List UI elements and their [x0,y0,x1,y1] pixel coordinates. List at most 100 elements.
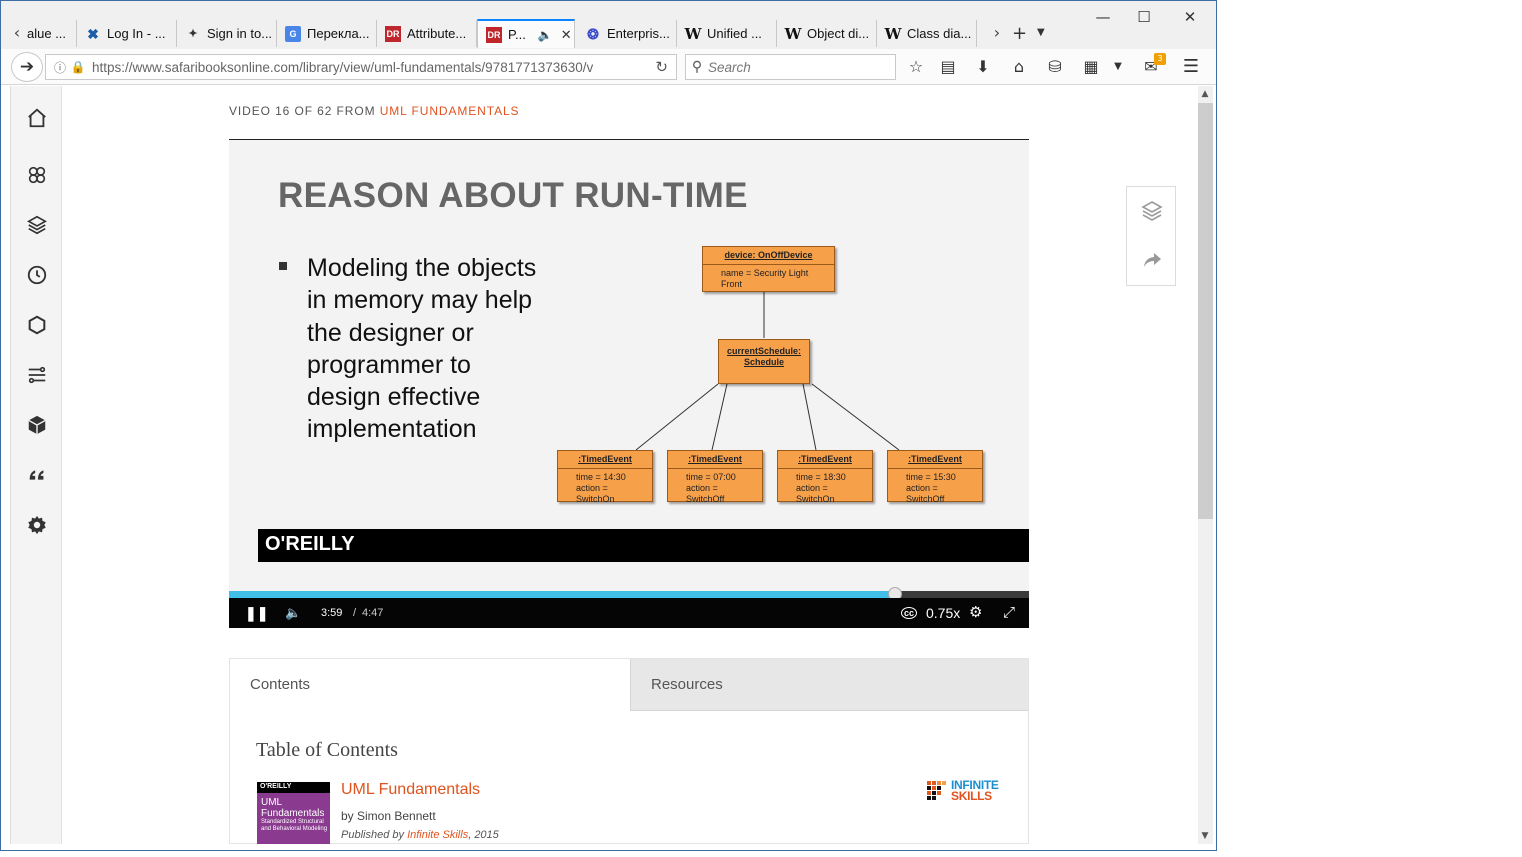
book-publisher-line: Published by Infinite Skills, 2015 [341,829,499,841]
navigation-toolbar: ➔ ⓘ 🔒 https://www.safaribooksonline.com/… [1,49,1216,85]
video-progress-bar[interactable] [229,587,1029,601]
scrollbar-thumb[interactable] [1197,103,1213,519]
paths-nav-icon[interactable] [11,360,63,390]
book-author: by Simon Bennett [341,809,436,823]
search-icon: ⚲ [691,59,703,75]
cover-subtitle: Standardized Structural and Behavioral M… [261,819,328,832]
tab-label: alue ... [27,26,67,41]
tab-3[interactable]: G Перекла... [277,20,377,47]
uml-object-name: :TimedEvent [558,451,652,469]
tab-2[interactable]: ✦ Sign in to... [177,20,277,47]
slide-footer: O'REILLY [258,529,1029,562]
cube-nav-icon[interactable] [11,410,63,440]
browser-window: — ☐ ✕ ‹ › + ▼ alue ... ✖ Log In - ... ✦ … [0,0,1217,851]
extension-icon[interactable]: ▦ [1078,54,1104,80]
search-box[interactable]: ⚲ Search [685,54,896,80]
video-progress-fill [229,591,896,598]
reload-icon[interactable]: ↻ [655,58,668,76]
scroll-up-icon[interactable]: ▲ [1197,86,1213,102]
tab-5-active[interactable]: DR P... 🔈 ✕ [477,19,575,48]
volume-icon[interactable]: 🔈 [285,598,301,628]
captions-icon[interactable]: cc [901,598,918,628]
uml-object-event: :TimedEvent time = 07:00 action = SwitchO… [667,450,763,504]
minimize-button[interactable]: — [1089,7,1117,27]
settings-nav-icon[interactable] [11,510,63,540]
tab-4[interactable]: DR Attribute... [377,20,477,47]
share-icon[interactable] [1140,248,1164,272]
breadcrumb: VIDEO 16 OF 62 FROM UML FUNDAMENTALS [229,104,519,118]
speaker-icon[interactable]: 🔈 [538,28,553,42]
tab-label: Attribute... [407,26,467,41]
translate-icon: G [285,25,301,42]
uml-object-name: device: OnOffDevice [703,247,834,265]
uml-object-name: :TimedEvent [778,451,872,469]
history-nav-icon[interactable] [11,260,63,290]
event-action: action = SwitchOff [906,483,945,504]
back-button[interactable]: ➔ [11,52,43,82]
uml-object-device: device: OnOffDevice name = Security Ligh… [702,246,835,292]
uml-object-name: :TimedEvent [668,451,762,469]
current-time: 3:59 [321,607,343,619]
book-cover[interactable]: O'REILLY UML Fundamentals Standardized St… [257,782,330,844]
breadcrumb-text: VIDEO 16 OF 62 FROM [229,104,380,118]
x-icon: ✖ [87,25,99,42]
tool-icon: ✦ [188,27,198,40]
home-icon[interactable]: ⌂ [1006,54,1032,80]
event-time: time = 14:30 [576,472,626,482]
info-icon[interactable]: ⓘ [50,59,70,76]
quote-nav-icon[interactable] [11,460,63,490]
total-time: 4:47 [362,607,384,619]
url-text[interactable]: https://www.safaribooksonline.com/librar… [92,60,622,75]
topics-nav-icon[interactable] [11,160,63,190]
layers-icon[interactable] [1140,199,1164,223]
tab-1[interactable]: ✖ Log In - ... [77,20,177,47]
cover-title: UML Fundamentals [261,797,324,819]
tab-0[interactable]: alue ... [27,20,77,47]
book-title-link[interactable]: UML Fundamentals [341,781,480,799]
bookmark-star-icon[interactable]: ☆ [903,54,929,80]
tab-label: Class dia... [907,26,972,41]
event-action: action = SwitchOn [576,483,615,504]
address-bar[interactable]: ⓘ 🔒 https://www.safaribooksonline.com/li… [45,54,677,80]
close-tab-icon[interactable]: ✕ [561,27,572,43]
uml-object-event: :TimedEvent time = 15:30 action = SwitchO… [887,450,983,504]
video-controls: ❚❚ 🔈 3:59 / 4:47 cc 0.75x ⚙ ⤢ [229,598,1029,628]
wiki-icon: W [884,24,902,43]
uml-object-attr: name = Security Light Front [721,268,809,289]
notification-badge: 3 [1154,53,1166,65]
scroll-down-icon[interactable]: ▼ [1197,828,1213,844]
home-nav-icon[interactable] [11,103,63,133]
wiki-icon: W [684,24,702,43]
tab-8[interactable]: W Object di... [777,20,877,47]
fullscreen-icon[interactable]: ⤢ [1003,598,1015,628]
page-scrollbar[interactable]: ▲ ▼ [1197,86,1213,844]
uml-object-name: currentSchedule: Schedule [726,346,802,367]
cover-title-line2: Fundamentals [261,808,325,819]
tab-resources[interactable]: Resources [630,659,1028,711]
video-player[interactable]: REASON ABOUT RUN-TIME Modeling the objec… [229,140,1029,628]
breadcrumb-course-link[interactable]: UML FUNDAMENTALS [380,104,520,118]
lock-icon: 🔒 [70,60,86,74]
pause-button[interactable]: ❚❚ [245,598,268,628]
tab-9[interactable]: W Class dia... [877,20,977,47]
settings-icon[interactable]: ⚙ [969,598,982,628]
reading-list-icon[interactable]: ▤ [935,54,961,80]
menu-icon[interactable]: ☰ [1178,54,1204,80]
publisher-link[interactable]: Infinite Skills [407,829,468,841]
left-sidebar [10,86,62,844]
url-host: https://www.safaribooksonline.com [92,59,300,75]
uml-object-event: :TimedEvent time = 18:30 action = SwitchO… [777,450,873,504]
tab-7[interactable]: W Unified ... [677,20,777,47]
pocket-icon[interactable]: ⛁ [1042,54,1068,80]
maximize-button[interactable]: ☐ [1130,7,1158,27]
layers-nav-icon[interactable] [11,210,63,240]
close-window-button[interactable]: ✕ [1176,7,1204,27]
download-icon[interactable]: ⬇ [970,54,996,80]
hexagon-nav-icon[interactable] [11,310,63,340]
playback-speed[interactable]: 0.75x [926,598,960,628]
toc-heading: Table of Contents [256,739,398,761]
tab-contents[interactable]: Contents [230,659,630,711]
extension-dropdown-icon[interactable]: ▼ [1105,54,1131,80]
uml-object-attrs: time = 14:30 action = SwitchOn [558,469,652,507]
tab-6[interactable]: ❂ Enterpris... [577,20,677,47]
